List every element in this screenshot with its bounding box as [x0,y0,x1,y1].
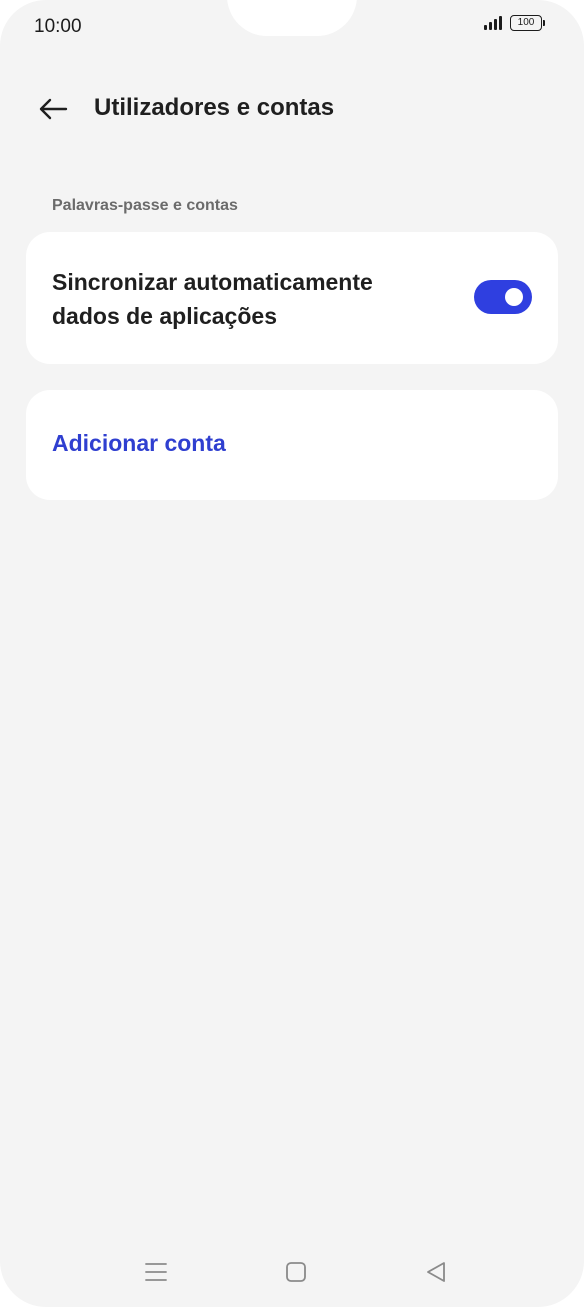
page-title: Utilizadores e contas [94,94,335,121]
menu-icon [145,1263,167,1281]
status-time: 10:00 [34,16,82,37]
status-icons: 100 [484,15,545,31]
back-button[interactable] [36,92,70,126]
sync-toggle[interactable] [474,280,532,314]
menu-nav-button[interactable] [134,1250,178,1294]
back-nav-button[interactable] [414,1250,458,1294]
sync-setting-card[interactable]: Sincronizar automaticamente dados de apl… [26,232,558,364]
battery-icon: 100 [510,15,545,31]
section-label: Palavras-passe e contas [52,197,238,214]
arrow-left-icon [39,98,68,120]
add-account-link[interactable]: Adicionar conta [52,430,226,457]
home-nav-button[interactable] [274,1250,318,1294]
navigation-bar [0,1250,584,1294]
toggle-knob [505,288,523,306]
add-account-card[interactable]: Adicionar conta [26,390,558,500]
camera-notch [227,0,357,36]
back-triangle-icon [427,1262,445,1282]
phone-screen: 10:00 100 Utilizadores e contas Palavras… [0,0,584,1307]
signal-icon [484,16,502,30]
home-icon [286,1262,306,1282]
sync-setting-label: Sincronizar automaticamente dados de apl… [52,269,373,329]
